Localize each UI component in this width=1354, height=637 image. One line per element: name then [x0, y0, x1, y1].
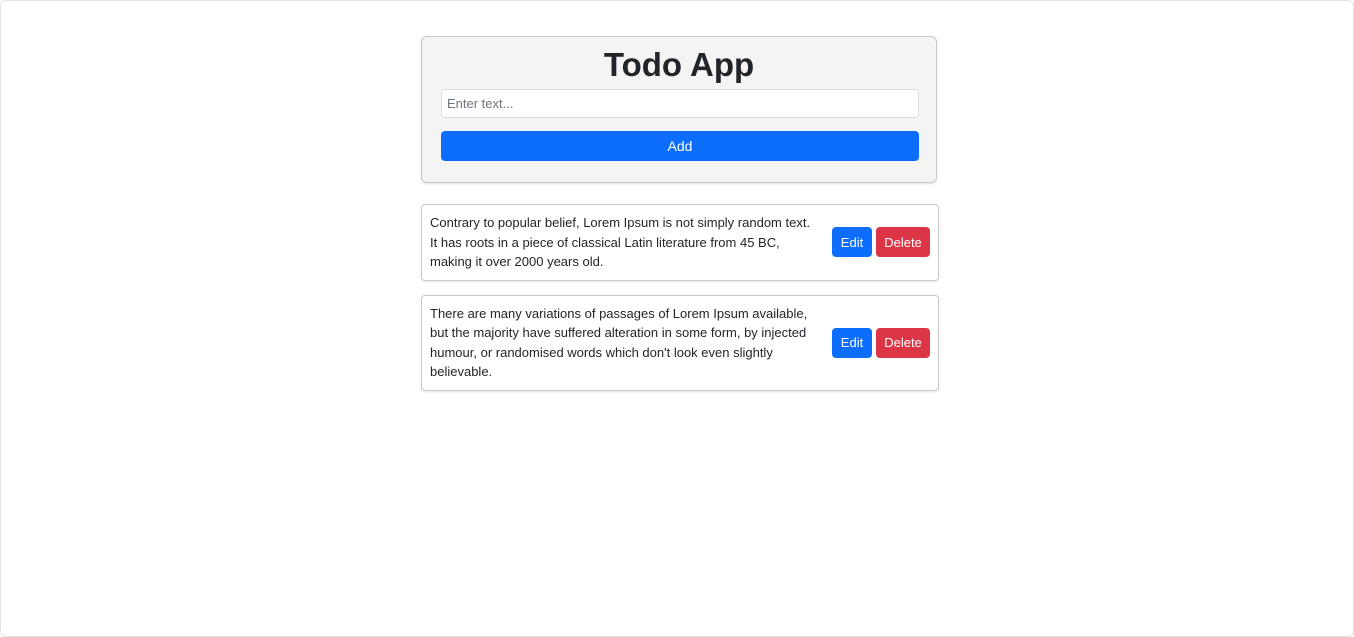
todo-item: Contrary to popular belief, Lorem Ipsum … [421, 204, 939, 281]
app-title: Todo App [603, 46, 755, 83]
todo-item-actions: Edit Delete [832, 327, 930, 358]
edit-button[interactable]: Edit [832, 327, 872, 358]
edit-button[interactable]: Edit [832, 227, 872, 258]
delete-button[interactable]: Delete [876, 327, 930, 358]
todo-form-card: Todo App Add [421, 36, 937, 183]
todo-item-actions: Edit Delete [832, 227, 930, 258]
add-button[interactable]: Add [441, 131, 919, 161]
todo-item-text: Contrary to popular belief, Lorem Ipsum … [430, 215, 811, 269]
delete-button[interactable]: Delete [876, 227, 930, 258]
todo-text-input[interactable] [441, 89, 919, 118]
todo-list: Contrary to popular belief, Lorem Ipsum … [421, 204, 939, 405]
todo-item-text: There are many variations of passages of… [430, 305, 808, 380]
todo-item: There are many variations of passages of… [421, 294, 939, 391]
